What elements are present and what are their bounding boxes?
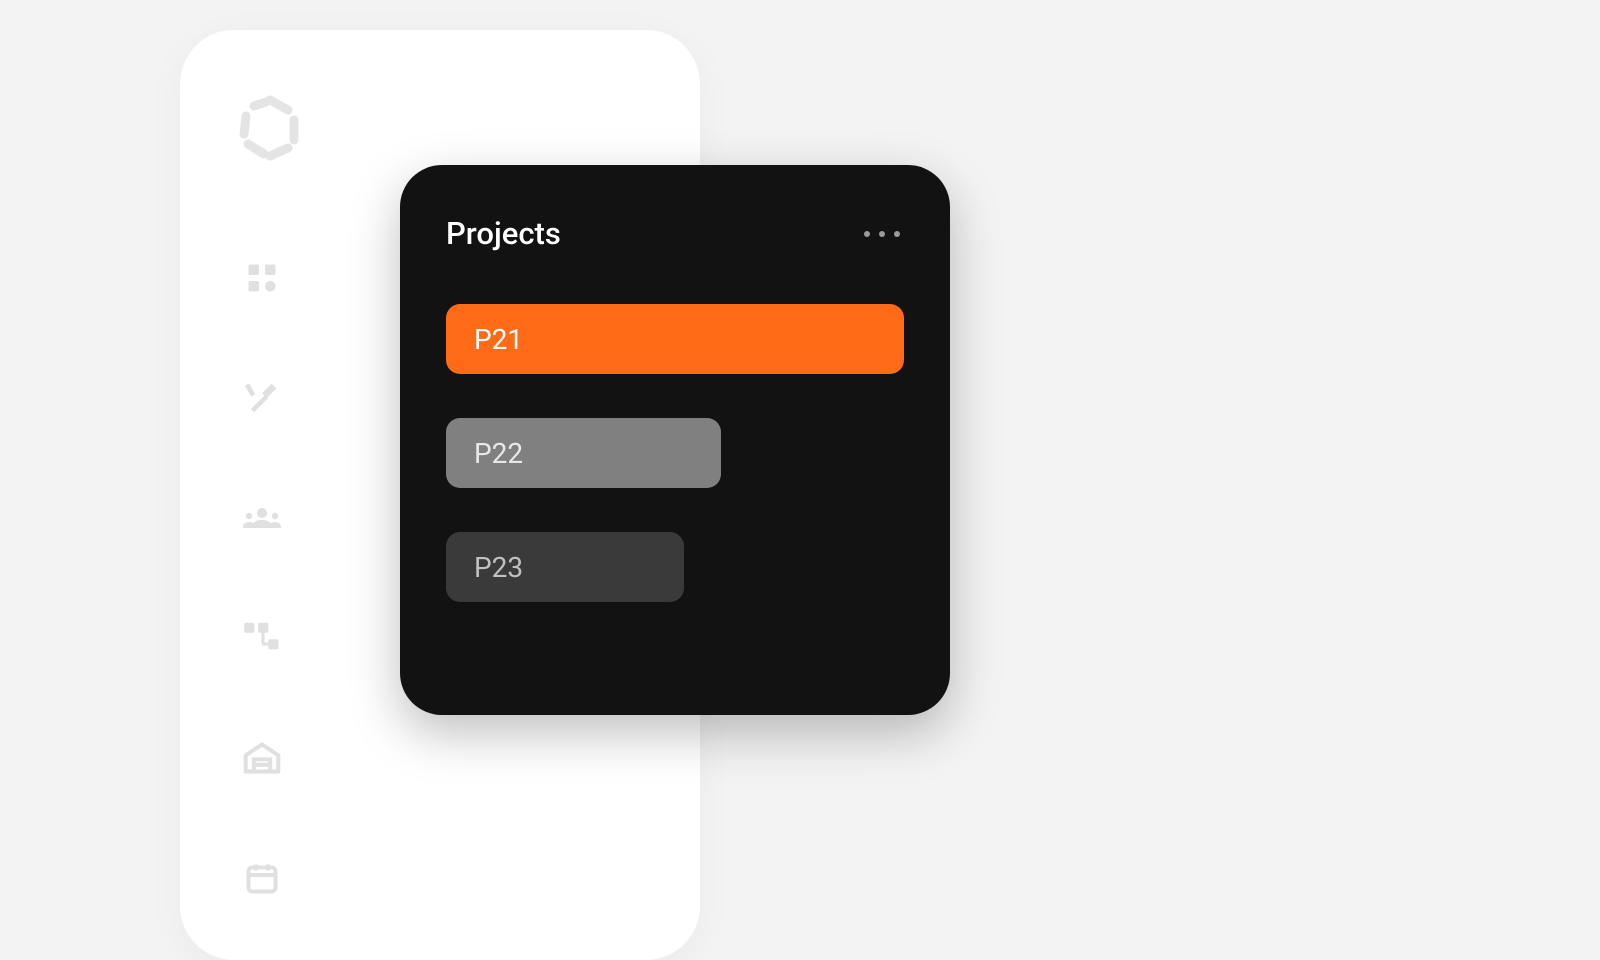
nav-home[interactable] <box>242 738 282 778</box>
people-icon <box>242 503 282 533</box>
tools-icon <box>243 379 281 417</box>
more-options-button[interactable] <box>864 231 904 237</box>
nodes-icon <box>243 621 281 655</box>
app-logo <box>230 88 310 168</box>
grid-icon <box>244 260 280 296</box>
projects-panel: Projects P21 P22 P23 <box>400 165 950 715</box>
panel-header: Projects <box>446 215 904 252</box>
project-item[interactable]: P23 <box>446 532 684 602</box>
garage-icon <box>243 741 281 775</box>
nav-workflow[interactable] <box>242 618 282 658</box>
aperture-logo-icon <box>234 92 306 164</box>
project-label: P23 <box>474 551 523 584</box>
nav-dashboard[interactable] <box>242 258 282 298</box>
project-label: P22 <box>474 437 523 470</box>
nav-calendar[interactable] <box>242 858 282 898</box>
dot-icon <box>864 231 870 237</box>
project-item[interactable]: P22 <box>446 418 721 488</box>
project-item-active[interactable]: P21 <box>446 304 904 374</box>
panel-title: Projects <box>446 215 561 252</box>
project-label: P21 <box>474 323 523 356</box>
dot-icon <box>894 231 900 237</box>
nav-people[interactable] <box>242 498 282 538</box>
nav-tools[interactable] <box>242 378 282 418</box>
calendar-icon <box>244 860 280 896</box>
dot-icon <box>879 231 885 237</box>
